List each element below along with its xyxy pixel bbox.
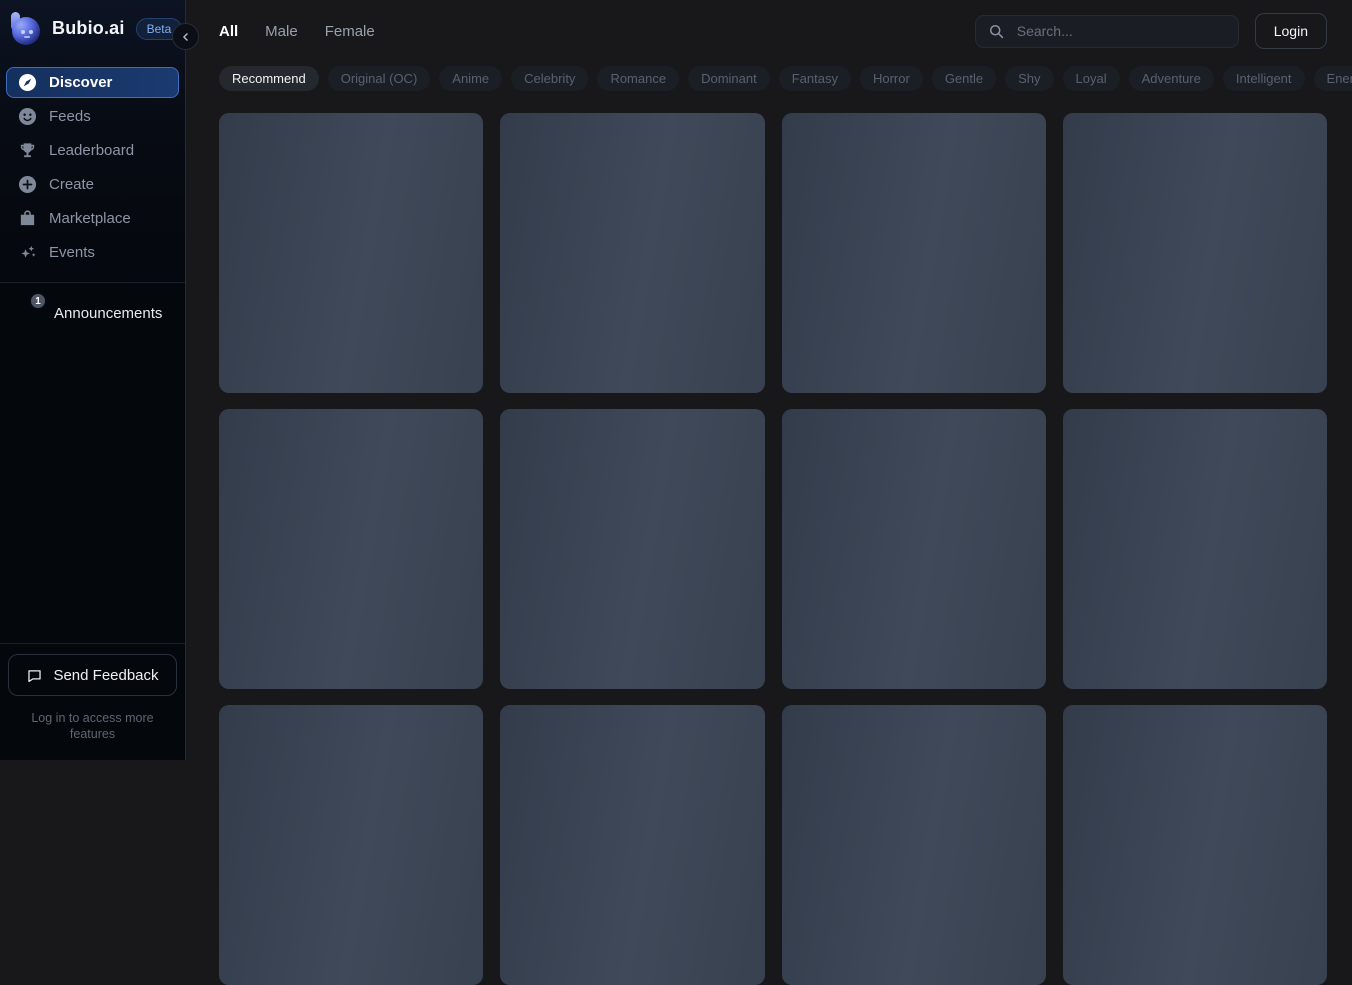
sidebar-item-label: Marketplace [49,210,131,227]
search-input[interactable] [1014,22,1226,40]
skeleton-card [1062,705,1327,985]
filter-chip[interactable]: Original (OC) [327,66,431,91]
skeleton-card [219,409,484,689]
sparkles-icon [18,243,37,262]
skeleton-card [781,705,1046,985]
gender-tab[interactable]: Female [325,23,375,40]
filter-chip[interactable]: Loyal [1062,66,1120,91]
character-grid [219,113,1327,985]
filter-chip[interactable]: Celebrity [511,66,589,91]
topbar: All Male Female Login [187,0,1352,62]
brand[interactable]: Bubio.ai Beta [0,0,185,55]
filter-chip[interactable]: Gentle [931,66,997,91]
filter-chip[interactable]: Fantasy [778,66,851,91]
skeleton-card [781,113,1046,393]
sidebar-item-label: Feeds [49,108,91,125]
filter-chip[interactable]: Dominant [688,66,770,91]
smiley-icon [18,107,37,126]
skeleton-card [219,705,484,985]
announcements-label: Announcements [54,304,163,322]
search-box[interactable] [974,14,1239,48]
skeleton-card [500,113,765,393]
filter-chip[interactable]: Intelligent [1222,66,1305,91]
sidebar-item-label: Discover [49,74,113,91]
sidebar-collapse-button[interactable] [172,23,199,50]
bubio-logo-icon [10,12,43,45]
shopping-bag-icon [18,209,37,228]
filter-chips: Recommend Original (OC) Anime Celebrity Roma… [187,62,1352,91]
plus-circle-icon [18,175,37,194]
skeleton-card [500,705,765,985]
send-feedback-button[interactable]: Send Feedback [8,654,177,696]
sidebar-item-label: Events [49,244,95,261]
sidebar: Bubio.ai Beta Discover Feeds Leaderboard… [0,0,186,760]
sidebar-item[interactable]: Feeds [6,101,179,132]
filter-chip[interactable]: Adventure [1128,66,1214,91]
sidebar-divider-bottom [0,643,185,644]
brand-name: Bubio.ai [52,18,125,38]
announcements-count-badge: 1 [29,292,47,310]
sidebar-item-label: Leaderboard [49,142,135,159]
main-content: All Male Female Login Recommend Original (O… [187,0,1352,985]
filter-chip[interactable]: Horror [859,66,923,91]
trophy-icon [18,141,37,160]
filter-chip[interactable]: Romance [597,66,680,91]
skeleton-card [1062,409,1327,689]
chevron-left-icon [179,30,193,44]
gender-tabs: All Male Female [219,23,375,40]
filter-chip[interactable]: Recommend [219,66,319,91]
skeleton-card [1062,113,1327,393]
send-feedback-label: Send Feedback [53,666,159,684]
sidebar-item[interactable]: Discover [6,67,179,98]
chat-bubble-icon [26,667,43,684]
compass-icon [18,73,37,92]
sidebar-item[interactable]: Marketplace [6,203,179,234]
login-hint-text: Log in to access more features [31,711,154,741]
skeleton-card [781,409,1046,689]
gender-tab[interactable]: Male [265,23,298,40]
search-icon [988,23,1005,40]
sidebar-item-announcements[interactable]: 1 Announcements [0,283,185,343]
filter-chip[interactable]: Anime [439,66,503,91]
sidebar-item[interactable]: Events [6,237,179,268]
filter-chip[interactable]: Shy [1005,66,1054,91]
skeleton-card [500,409,765,689]
gender-tab[interactable]: All [219,23,238,40]
sidebar-nav: Discover Feeds Leaderboard Create Market… [0,55,185,268]
login-button[interactable]: Login [1254,13,1327,49]
sidebar-item-label: Create [49,176,95,193]
skeleton-card [219,113,484,393]
filter-chip[interactable]: Energetic [1313,66,1352,91]
sidebar-item[interactable]: Create [6,169,179,200]
sidebar-item[interactable]: Leaderboard [6,135,179,166]
